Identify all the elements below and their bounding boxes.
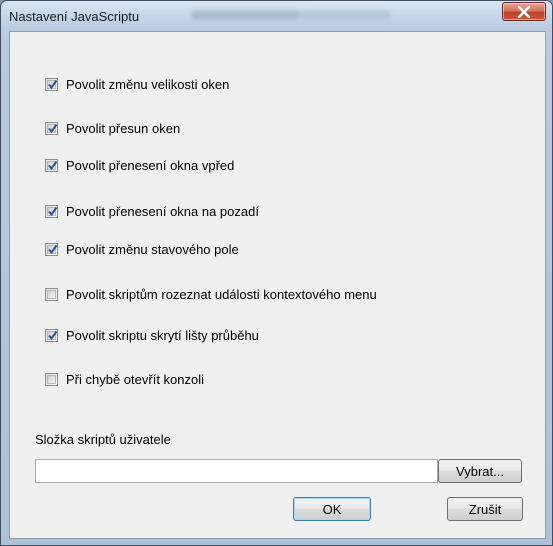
checkbox[interactable] [45,77,58,91]
cancel-button[interactable]: Zrušit [447,497,523,521]
option-label: Povolit změnu velikosti oken [66,76,230,92]
option-label: Při chybě otevřít konzoli [66,371,205,387]
title-bar[interactable]: Nastavení JavaScriptu [1,1,552,31]
checkbox[interactable] [45,287,58,301]
option-row[interactable]: Povolit skriptům rozeznat události konte… [45,285,377,303]
option-label: Povolit přesun oken [66,120,181,136]
checkbox[interactable] [45,372,58,386]
browse-button[interactable]: Vybrat... [438,459,522,483]
option-label: Povolit přenesení okna vpřed [66,157,235,173]
dialog-content: Povolit změnu velikosti oken Povolit přes… [9,31,546,539]
option-row[interactable]: Povolit změnu stavového pole [45,240,239,258]
checkbox[interactable] [45,242,58,256]
option-label: Povolit skriptu skrytí lišty průběhu [66,327,259,343]
user-scripts-label: Složka skriptů uživatele [35,432,171,447]
checkbox[interactable] [45,121,58,135]
option-label: Povolit skriptům rozeznat události konte… [66,286,377,302]
background-blur [301,10,391,20]
option-row[interactable]: Při chybě otevřít konzoli [45,370,204,388]
dialog-window: Nastavení JavaScriptu Povolit změnu veli… [0,0,553,546]
check-mark-icon [48,244,58,254]
background-blur [191,10,301,20]
option-label: Povolit přenesení okna na pozadí [66,203,259,219]
option-row[interactable]: Povolit přenesení okna vpřed [45,156,234,174]
check-mark-icon [48,160,58,170]
check-mark-icon [48,206,58,216]
ok-button[interactable]: OK [293,497,371,521]
checkbox[interactable] [45,328,58,342]
checkbox[interactable] [45,204,58,218]
option-row[interactable]: Povolit změnu velikosti oken [45,75,229,93]
check-mark-icon [48,79,58,89]
option-label: Povolit změnu stavového pole [66,241,239,257]
option-row[interactable]: Povolit přenesení okna na pozadí [45,202,259,220]
window-title: Nastavení JavaScriptu [9,9,140,24]
check-mark-icon [48,330,58,340]
user-scripts-path-input[interactable] [35,459,438,483]
option-row[interactable]: Povolit přesun oken [45,119,180,137]
close-button[interactable] [502,2,546,21]
close-icon [517,5,531,18]
option-row[interactable]: Povolit skriptu skrytí lišty průběhu [45,326,259,344]
checkbox[interactable] [45,158,58,172]
check-mark-icon [48,123,58,133]
